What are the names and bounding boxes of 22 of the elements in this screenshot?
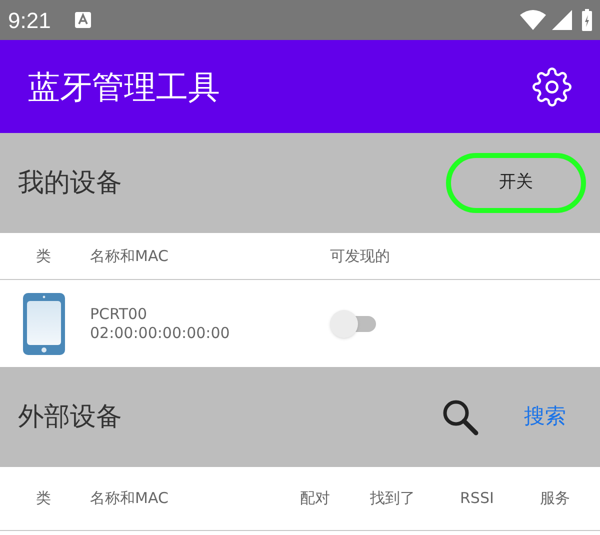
column-header: 类 [36, 246, 51, 265]
section-title: 我的设备 [18, 166, 122, 200]
app-title: 蓝牙管理工具 [28, 66, 220, 108]
column-header: 服务 [540, 489, 570, 508]
phone-icon [23, 292, 65, 354]
status-time: 9:21 [8, 6, 51, 34]
device-mac: 02:00:00:00:00:00 [90, 324, 230, 342]
column-header: RSSI [460, 489, 494, 508]
wifi-icon [520, 10, 546, 30]
section-title: 外部设备 [18, 400, 122, 434]
keyboard-icon [74, 12, 91, 28]
column-header: 名称和MAC [90, 489, 168, 508]
battery-icon [582, 9, 592, 31]
signal-icon [552, 10, 572, 30]
column-header: 找到了 [370, 489, 415, 508]
column-header: 类 [36, 489, 51, 508]
device-name: PCRT00 [90, 304, 148, 324]
settings-icon[interactable] [532, 66, 572, 106]
column-header: 配对 [300, 489, 330, 508]
column-header: 可发现的 [330, 246, 390, 265]
column-header: 名称和MAC [90, 246, 168, 265]
toggle-button[interactable]: 开关 [446, 153, 586, 213]
